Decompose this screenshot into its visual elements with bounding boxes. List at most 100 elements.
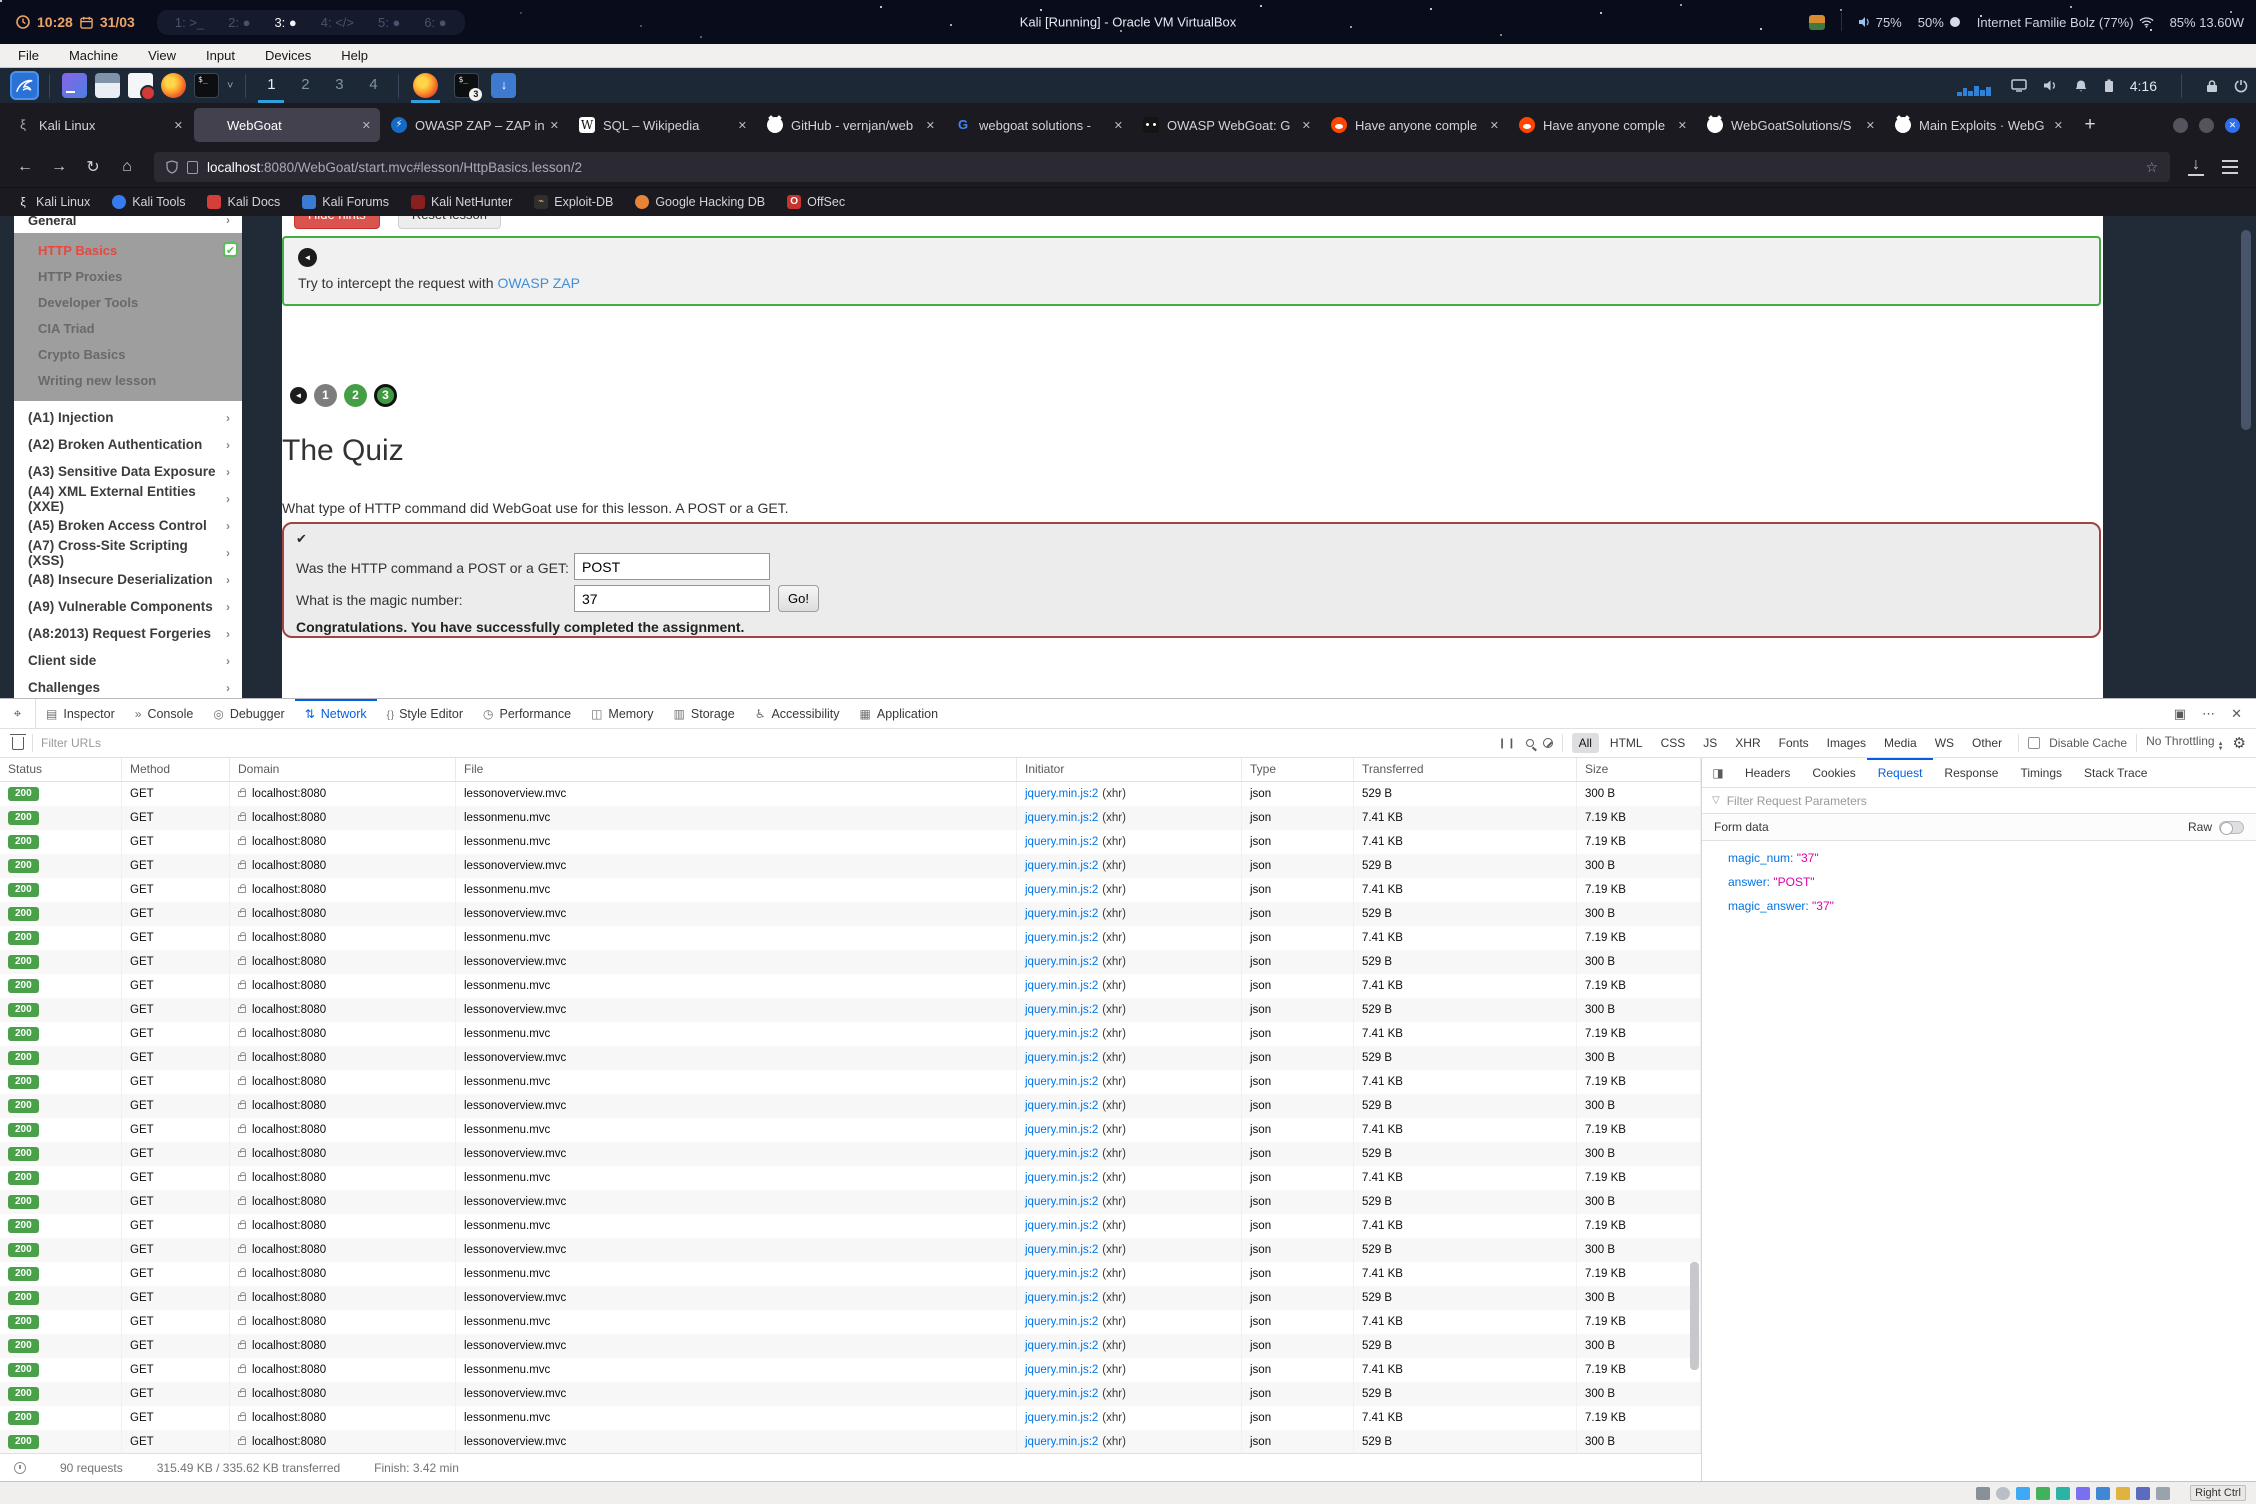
bookmark-item[interactable]: Google Hacking DB [635,195,765,209]
new-tab-button[interactable]: + [2074,114,2106,136]
firefox-tab[interactable]: OWASP WebGoat: G ✕ [1134,108,1320,142]
network-request-row[interactable]: 200 GET localhost:8080 lessonmenu.mvc jq… [0,830,1701,854]
firefox-tab[interactable]: GitHub - vernjan/web ✕ [758,108,944,142]
sidebar-lesson-item[interactable]: Crypto Basics ✔ [14,342,242,368]
close-window-button[interactable]: ✕ [2225,118,2240,133]
sidebar-category-item[interactable]: (A7) Cross-Site Scripting (XSS) › [14,539,242,566]
throttling-select[interactable]: No Throttling▲▼ [2146,734,2223,752]
downloads-tray-icon[interactable] [491,73,516,98]
network-request-row[interactable]: 200 GET localhost:8080 lessonoverview.mv… [0,1142,1701,1166]
lock-screen-icon[interactable] [2206,79,2218,93]
request-details-tab[interactable]: Timings [2009,758,2073,787]
cpu-graph-widget[interactable] [1957,84,1991,96]
firefox-tab[interactable]: WebGoat ✕ [194,108,380,142]
volume-icon[interactable] [2043,79,2058,92]
initiator-link[interactable]: jquery.min.js:2 [1025,1004,1098,1016]
initiator-link[interactable]: jquery.min.js:2 [1025,1292,1098,1304]
tab-close-icon[interactable]: ✕ [1114,119,1123,132]
sidebar-category-item[interactable]: Challenges › [14,674,242,698]
network-request-row[interactable]: 200 GET localhost:8080 lessonoverview.mv… [0,1094,1701,1118]
network-request-row[interactable]: 200 GET localhost:8080 lessonoverview.mv… [0,1334,1701,1358]
network-request-row[interactable]: 200 GET localhost:8080 lessonmenu.mvc jq… [0,1166,1701,1190]
responsive-design-icon[interactable]: ▣ [2174,706,2186,722]
network-request-row[interactable]: 200 GET localhost:8080 lessonoverview.mv… [0,1286,1701,1310]
sidebar-category-item[interactable]: (A8:2013) Request Forgeries › [14,620,242,647]
network-request-row[interactable]: 200 GET localhost:8080 lessonoverview.mv… [0,998,1701,1022]
form-data-section[interactable]: Form data Raw [1702,814,2256,841]
reset-lesson-button[interactable]: Reset lesson [398,216,501,229]
tab-close-icon[interactable]: ✕ [1302,119,1311,132]
display-status-icon[interactable] [2096,1487,2110,1500]
vm-clock[interactable]: 4:16 [2130,78,2157,94]
initiator-link[interactable]: jquery.min.js:2 [1025,980,1098,992]
sidebar-lesson-item[interactable]: Developer Tools ✔ [14,290,242,316]
home-button[interactable]: ⌂ [112,158,142,176]
pick-element-icon[interactable]: ⌖ [0,699,36,728]
tab-close-icon[interactable]: ✕ [1678,119,1687,132]
network-request-row[interactable]: 200 GET localhost:8080 lessonmenu.mvc jq… [0,1262,1701,1286]
initiator-link[interactable]: jquery.min.js:2 [1025,1316,1098,1328]
sidebar-category-item[interactable]: Client side › [14,647,242,674]
type-filter-button[interactable]: XHR [1728,733,1767,753]
column-header[interactable]: Status [0,758,122,781]
devtools-tab[interactable]: Memory [581,699,664,728]
back-button[interactable]: ← [10,158,40,176]
form-data-param[interactable]: magic_answer: "37" [1728,899,2256,913]
devtools-tab[interactable]: Console [125,699,204,728]
tab-close-icon[interactable]: ✕ [2054,119,2063,132]
reload-button[interactable]: ↻ [78,157,108,177]
devtools-tab[interactable]: Accessibility [745,699,850,728]
page-1-button[interactable]: 1 [314,384,337,407]
initiator-link[interactable]: jquery.min.js:2 [1025,1268,1098,1280]
workspace-number[interactable]: 1 [254,68,288,103]
pause-log-icon[interactable]: ❙❙ [1498,738,1517,749]
request-details-tab[interactable]: Stack Trace [2073,758,2158,787]
usb-status-icon[interactable] [2056,1487,2070,1500]
initiator-link[interactable]: jquery.min.js:2 [1025,836,1098,848]
audio-status-icon[interactable] [2016,1487,2030,1500]
initiator-link[interactable]: jquery.min.js:2 [1025,1388,1098,1400]
type-filter-button[interactable]: JS [1696,733,1724,753]
mouse-integration-status-icon[interactable] [2156,1487,2170,1500]
raw-toggle[interactable] [2219,821,2244,834]
terminal-launcher-icon[interactable] [194,73,219,98]
request-details-tab[interactable]: Response [1933,758,2009,787]
type-filter-button[interactable]: CSS [1654,733,1693,753]
firefox-tab[interactable]: OWASP ZAP – ZAP in ✕ [382,108,568,142]
taskbar-firefox-active[interactable] [407,68,444,103]
go-button[interactable]: Go! [778,585,819,612]
page-2-button[interactable]: 2 [344,384,367,407]
text-editor-icon[interactable] [128,73,153,98]
devtools-tab[interactable]: Debugger [203,699,294,728]
menubar-item[interactable]: Machine [69,48,118,63]
column-header[interactable]: Transferred [1354,758,1577,781]
initiator-link[interactable]: jquery.min.js:2 [1025,932,1098,944]
sidebar-lesson-item[interactable]: CIA Triad ✔ [14,316,242,342]
page-scrollbar[interactable] [2241,230,2251,430]
workspace-item[interactable]: 4: </> [321,15,354,30]
workspace-item[interactable]: 1: >_ [175,15,204,30]
menubar-item[interactable]: Devices [265,48,311,63]
network-request-row[interactable]: 200 GET localhost:8080 lessonmenu.mvc jq… [0,806,1701,830]
battery-icon[interactable] [2104,79,2114,93]
initiator-link[interactable]: jquery.min.js:2 [1025,812,1098,824]
tab-close-icon[interactable]: ✕ [174,119,183,132]
page-back-button[interactable]: ◄ [290,387,307,404]
network-request-row[interactable]: 200 GET localhost:8080 lessonmenu.mvc jq… [0,1358,1701,1382]
type-filter-button[interactable]: Fonts [1772,733,1816,753]
brightness-status[interactable]: 50% [1918,15,1961,30]
column-header[interactable]: Method [122,758,230,781]
firefox-tab[interactable]: Have anyone comple ✕ [1510,108,1696,142]
bookmark-item[interactable]: Kali Tools [112,195,185,209]
hamburger-menu-icon[interactable] [2222,160,2238,174]
firefox-tab[interactable]: Have anyone comple ✕ [1322,108,1508,142]
devtools-tab[interactable]: Network [295,699,377,728]
tab-close-icon[interactable]: ✕ [550,119,559,132]
initiator-link[interactable]: jquery.min.js:2 [1025,908,1098,920]
initiator-link[interactable]: jquery.min.js:2 [1025,1124,1098,1136]
network-request-row[interactable]: 200 GET localhost:8080 lessonoverview.mv… [0,1046,1701,1070]
page-info-icon[interactable] [187,161,198,174]
filter-urls-input[interactable] [41,736,281,750]
display-icon[interactable] [2011,79,2027,92]
performance-analysis-icon[interactable] [14,1462,26,1474]
